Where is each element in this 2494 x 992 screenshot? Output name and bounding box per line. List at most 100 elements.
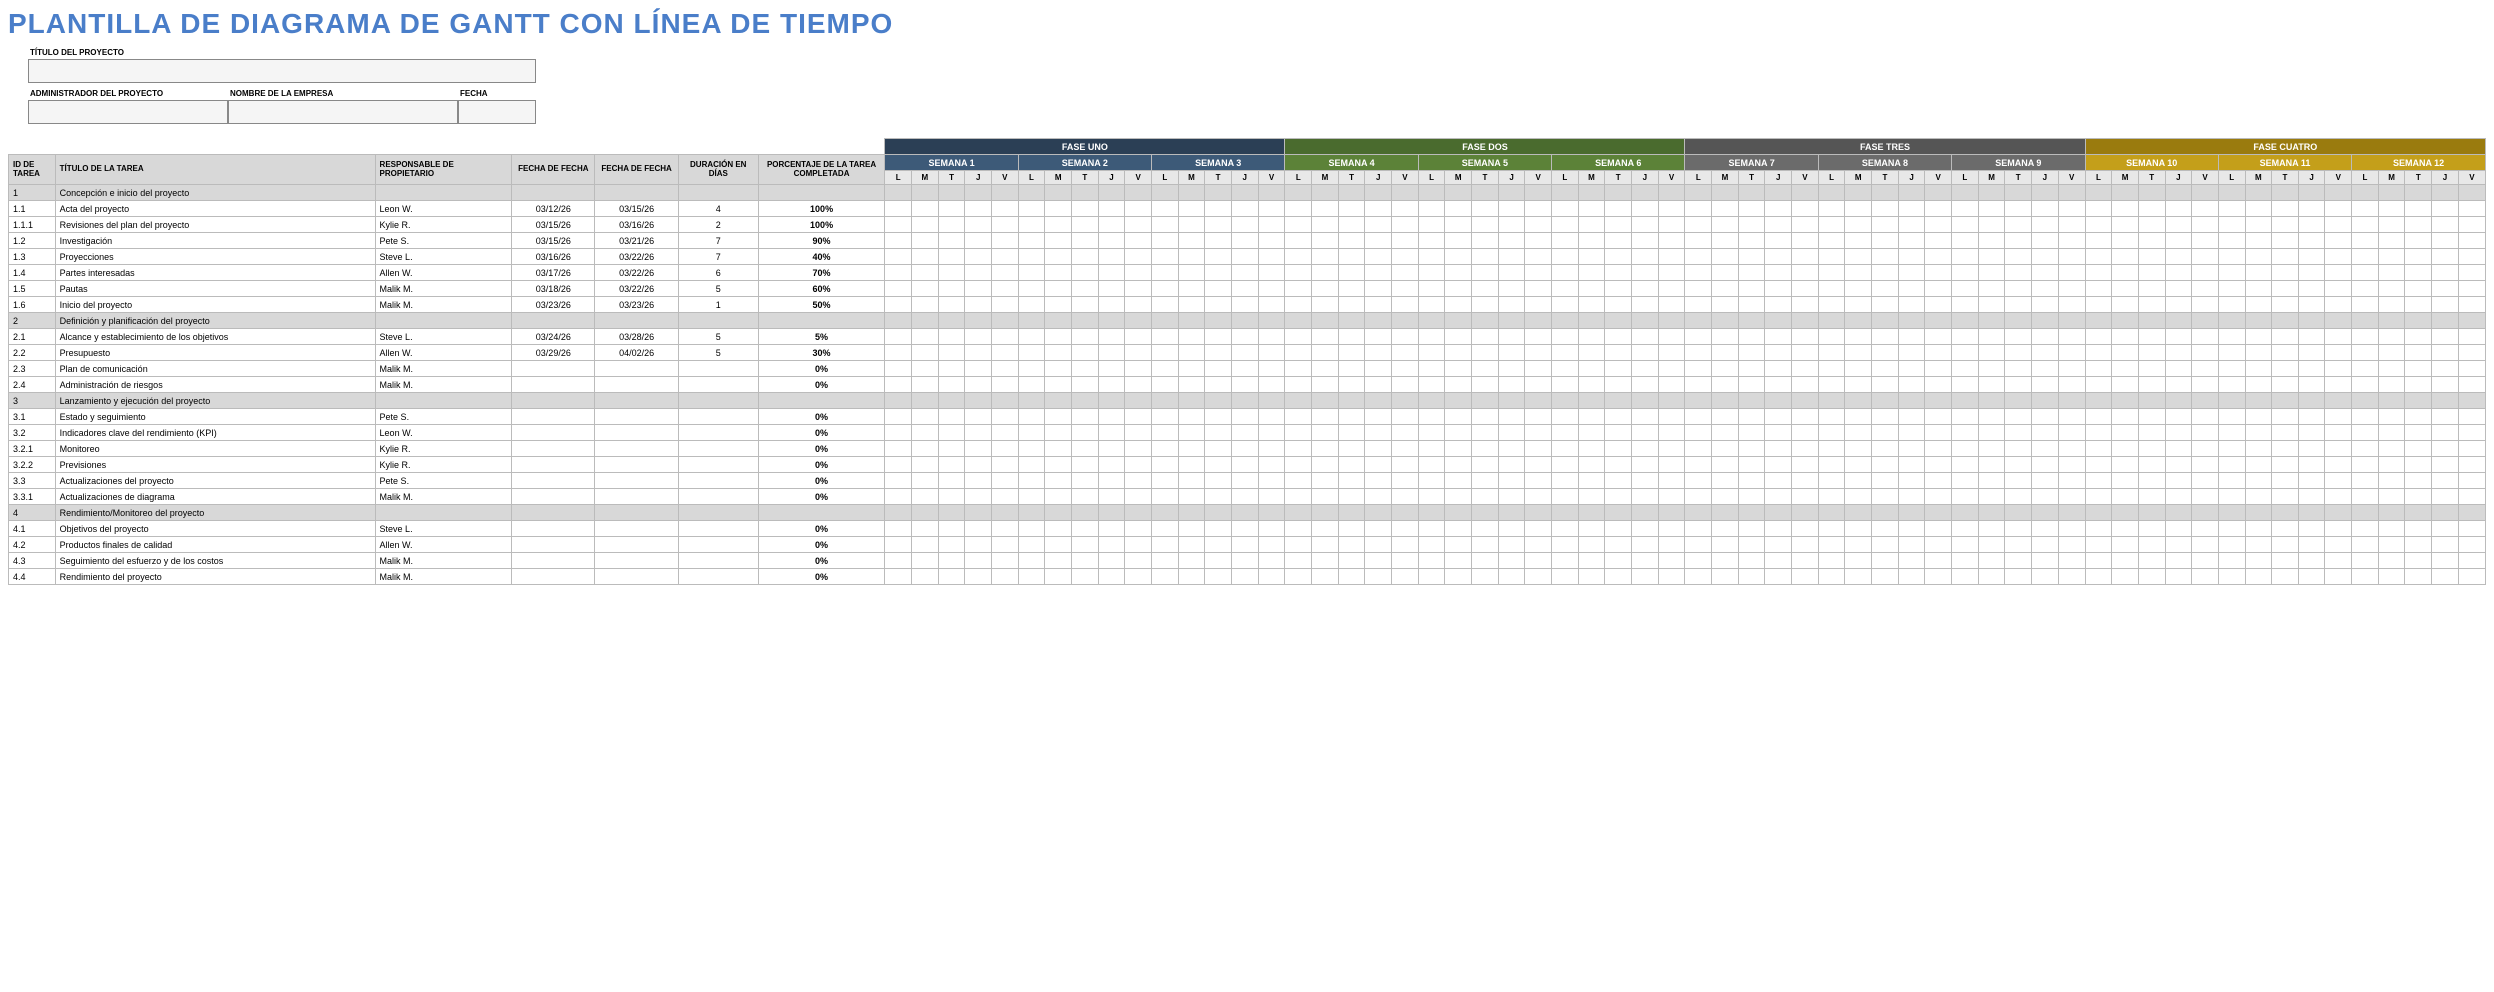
gantt-cell[interactable]: [1231, 377, 1258, 393]
gantt-cell[interactable]: [1925, 217, 1952, 233]
gantt-cell[interactable]: [1445, 329, 1472, 345]
gantt-cell[interactable]: [1658, 329, 1685, 345]
gantt-cell[interactable]: [1418, 441, 1445, 457]
gantt-cell[interactable]: [2165, 281, 2192, 297]
gantt-cell[interactable]: [1952, 553, 1979, 569]
gantt-cell[interactable]: [1738, 281, 1765, 297]
gantt-cell[interactable]: [2325, 457, 2352, 473]
gantt-cell[interactable]: [2325, 345, 2352, 361]
gantt-cell[interactable]: [1472, 537, 1499, 553]
gantt-cell[interactable]: [1285, 441, 1312, 457]
gantt-cell[interactable]: [1472, 521, 1499, 537]
gantt-cell[interactable]: [965, 441, 992, 457]
gantt-cell[interactable]: [2005, 297, 2032, 313]
gantt-cell[interactable]: [2085, 361, 2112, 377]
gantt-cell[interactable]: [912, 425, 939, 441]
gantt-cell[interactable]: [965, 217, 992, 233]
gantt-cell[interactable]: [1151, 457, 1178, 473]
gantt-cell[interactable]: [1285, 553, 1312, 569]
gantt-cell[interactable]: [1205, 217, 1232, 233]
gantt-cell[interactable]: [1392, 553, 1419, 569]
gantt-cell[interactable]: [2032, 345, 2059, 361]
gantt-cell[interactable]: [2085, 297, 2112, 313]
gantt-cell[interactable]: [1258, 441, 1285, 457]
gantt-cell[interactable]: [1712, 457, 1739, 473]
gantt-cell[interactable]: [2058, 201, 2085, 217]
gantt-cell[interactable]: [1978, 521, 2005, 537]
gantt-cell[interactable]: [2458, 345, 2485, 361]
gantt-cell[interactable]: [2432, 329, 2459, 345]
gantt-cell[interactable]: [2032, 233, 2059, 249]
gantt-cell[interactable]: [1338, 297, 1365, 313]
gantt-cell[interactable]: [2405, 201, 2432, 217]
gantt-cell[interactable]: [2112, 553, 2139, 569]
gantt-cell[interactable]: [1978, 265, 2005, 281]
gantt-cell[interactable]: [2138, 233, 2165, 249]
gantt-cell[interactable]: [1125, 217, 1152, 233]
gantt-cell[interactable]: [2138, 457, 2165, 473]
gantt-cell[interactable]: [1765, 265, 1792, 281]
gantt-cell[interactable]: [938, 441, 965, 457]
gantt-cell[interactable]: [2032, 297, 2059, 313]
gantt-cell[interactable]: [965, 361, 992, 377]
gantt-cell[interactable]: [2245, 297, 2272, 313]
gantt-cell[interactable]: [938, 425, 965, 441]
gantt-cell[interactable]: [2458, 361, 2485, 377]
gantt-cell[interactable]: [2378, 569, 2405, 585]
gantt-cell[interactable]: [1285, 457, 1312, 473]
gantt-cell[interactable]: [1765, 329, 1792, 345]
gantt-cell[interactable]: [1658, 409, 1685, 425]
gantt-cell[interactable]: [1231, 441, 1258, 457]
gantt-cell[interactable]: [2352, 217, 2379, 233]
gantt-cell[interactable]: [1338, 569, 1365, 585]
gantt-cell[interactable]: [2378, 217, 2405, 233]
gantt-cell[interactable]: [1552, 265, 1579, 281]
gantt-cell[interactable]: [2432, 297, 2459, 313]
gantt-cell[interactable]: [2085, 265, 2112, 281]
gantt-cell[interactable]: [1178, 441, 1205, 457]
gantt-cell[interactable]: [1418, 329, 1445, 345]
gantt-cell[interactable]: [1258, 249, 1285, 265]
gantt-cell[interactable]: [1738, 329, 1765, 345]
gantt-cell[interactable]: [1338, 249, 1365, 265]
gantt-cell[interactable]: [2192, 281, 2219, 297]
gantt-cell[interactable]: [1605, 377, 1632, 393]
gantt-cell[interactable]: [1312, 537, 1339, 553]
gantt-cell[interactable]: [2272, 233, 2299, 249]
gantt-cell[interactable]: [1952, 457, 1979, 473]
gantt-cell[interactable]: [2352, 489, 2379, 505]
gantt-cell[interactable]: [1365, 537, 1392, 553]
gantt-cell[interactable]: [1365, 553, 1392, 569]
gantt-cell[interactable]: [2432, 425, 2459, 441]
gantt-cell[interactable]: [1071, 249, 1098, 265]
gantt-cell[interactable]: [1285, 201, 1312, 217]
gantt-cell[interactable]: [2085, 441, 2112, 457]
gantt-cell[interactable]: [1285, 297, 1312, 313]
gantt-cell[interactable]: [1498, 281, 1525, 297]
gantt-cell[interactable]: [2192, 473, 2219, 489]
gantt-cell[interactable]: [2352, 441, 2379, 457]
gantt-cell[interactable]: [1418, 345, 1445, 361]
gantt-cell[interactable]: [912, 569, 939, 585]
gantt-cell[interactable]: [1792, 457, 1819, 473]
gantt-cell[interactable]: [1792, 201, 1819, 217]
gantt-cell[interactable]: [1018, 201, 1045, 217]
gantt-cell[interactable]: [1925, 345, 1952, 361]
gantt-cell[interactable]: [1552, 409, 1579, 425]
gantt-cell[interactable]: [2032, 521, 2059, 537]
gantt-cell[interactable]: [1685, 537, 1712, 553]
gantt-cell[interactable]: [2378, 281, 2405, 297]
gantt-cell[interactable]: [885, 265, 912, 281]
gantt-cell[interactable]: [1738, 441, 1765, 457]
gantt-cell[interactable]: [1125, 521, 1152, 537]
gantt-cell[interactable]: [912, 345, 939, 361]
gantt-cell[interactable]: [1658, 233, 1685, 249]
gantt-cell[interactable]: [1978, 553, 2005, 569]
gantt-cell[interactable]: [1605, 249, 1632, 265]
gantt-cell[interactable]: [1045, 553, 1072, 569]
gantt-cell[interactable]: [1205, 249, 1232, 265]
gantt-cell[interactable]: [1605, 473, 1632, 489]
gantt-cell[interactable]: [938, 217, 965, 233]
gantt-cell[interactable]: [1018, 537, 1045, 553]
gantt-cell[interactable]: [2325, 441, 2352, 457]
